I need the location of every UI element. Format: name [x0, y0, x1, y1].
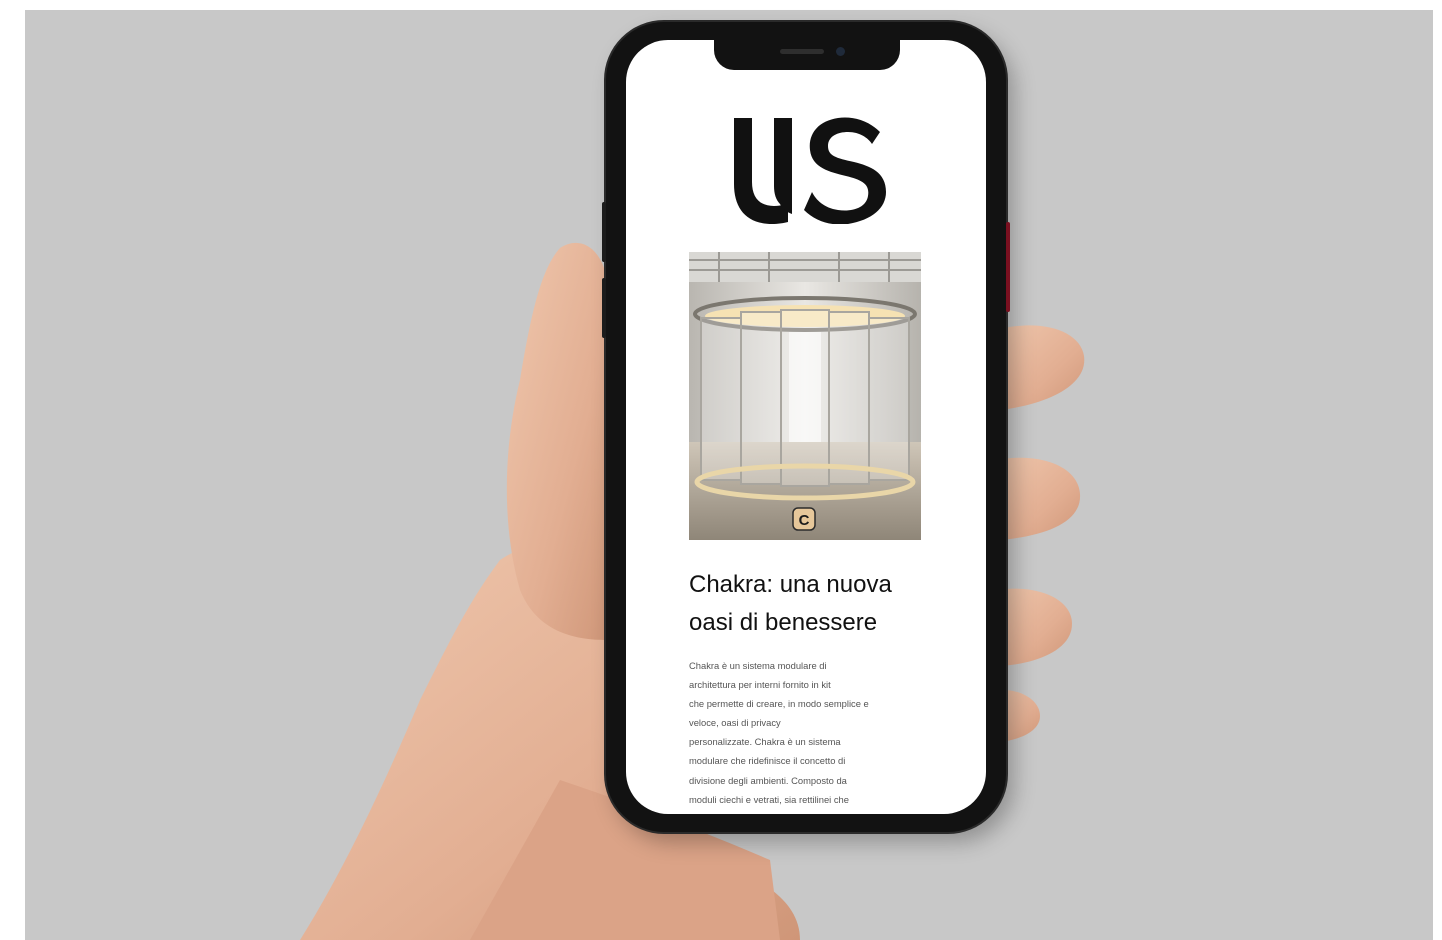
phone-screen[interactable]: C Chakra: una nuova oasi di benessere Ch… — [626, 40, 986, 814]
image-badge-letter: C — [799, 512, 810, 529]
side-button — [602, 202, 606, 262]
side-button — [602, 278, 606, 338]
smartphone: C Chakra: una nuova oasi di benessere Ch… — [602, 22, 1010, 832]
front-camera-icon — [836, 47, 845, 56]
speaker-grille — [780, 49, 824, 54]
article-image[interactable]: C — [689, 252, 921, 540]
article-headline[interactable]: Chakra: una nuova oasi di benessere — [689, 566, 929, 642]
power-button — [1006, 222, 1010, 312]
phone-notch — [714, 40, 900, 70]
us-logo[interactable] — [730, 112, 890, 224]
article-body: Chakra è un sistema modulare di architet… — [689, 660, 869, 805]
